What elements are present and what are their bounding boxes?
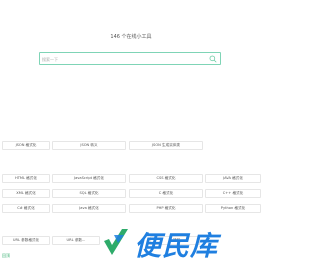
tool-python-format[interactable]: Python 格式化 — [205, 204, 261, 213]
tool-xml-format[interactable]: XML 格式化 — [2, 189, 50, 198]
tool-json-escape[interactable]: JSON 转义 — [52, 141, 126, 150]
tool-css-format[interactable]: CSS 格式化 — [129, 174, 203, 183]
tool-sql-format[interactable]: SQL 格式化 — [52, 189, 126, 198]
tool-java-format-2[interactable]: Java 格式化 — [52, 204, 126, 213]
tool-javascript-format[interactable]: JavaScript 格式化 — [52, 174, 126, 183]
search-box[interactable] — [39, 52, 221, 65]
tool-cpp-format[interactable]: C++ 格式化 — [205, 189, 261, 198]
watermark-logo: 便民库 — [104, 229, 222, 262]
tool-json-format[interactable]: JSON 格式化 — [2, 141, 50, 150]
svg-text:便民库: 便民库 — [134, 231, 222, 262]
tool-c-format[interactable]: C 格式化 — [129, 189, 203, 198]
back-to-top-link[interactable]: 回顶 — [2, 253, 10, 259]
search-icon[interactable] — [209, 55, 217, 63]
search-input[interactable] — [42, 55, 202, 63]
tool-html-format[interactable]: HTML 格式化 — [2, 174, 50, 183]
page-title: 146 个在线小工具 — [110, 34, 152, 40]
tool-java-format[interactable]: JAVA 格式化 — [205, 174, 261, 183]
tool-url-params-format[interactable]: URL 参数格式化 — [2, 236, 50, 245]
tool-url-params[interactable]: URL 参数... — [52, 236, 100, 245]
tool-csharp-format[interactable]: C# 格式化 — [2, 204, 50, 213]
tool-json-entity[interactable]: JSON 生成实体类 — [129, 141, 203, 150]
tool-php-format[interactable]: PHP 格式化 — [129, 204, 203, 213]
